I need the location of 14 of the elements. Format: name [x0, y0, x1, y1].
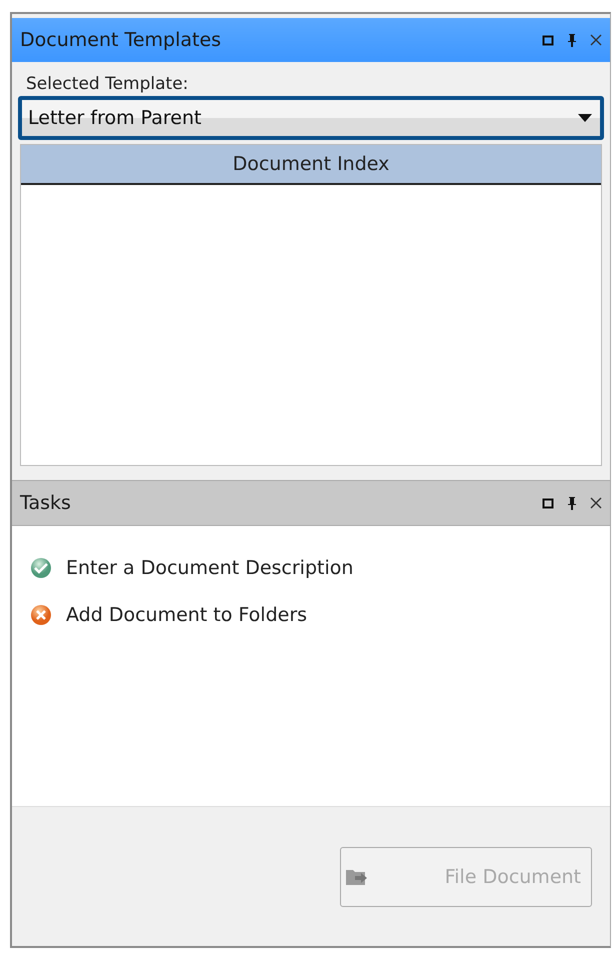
task-label: Add Document to Folders	[66, 604, 308, 626]
close-icon[interactable]	[590, 497, 602, 509]
dropdown-arrow-icon[interactable]	[578, 114, 592, 122]
panel-title: Document Templates	[20, 29, 222, 51]
template-dropdown[interactable]: Letter from Parent	[18, 96, 604, 140]
pin-icon[interactable]	[566, 33, 578, 47]
maximize-icon[interactable]	[542, 497, 554, 509]
column-header: Document Index	[21, 145, 601, 185]
panel-title: Tasks	[20, 492, 72, 514]
field-label: Selected Template:	[26, 74, 190, 94]
task-label: Enter a Document Description	[66, 556, 354, 578]
pin-icon[interactable]	[566, 496, 578, 510]
close-icon[interactable]	[590, 34, 602, 46]
maximize-icon[interactable]	[542, 34, 554, 46]
